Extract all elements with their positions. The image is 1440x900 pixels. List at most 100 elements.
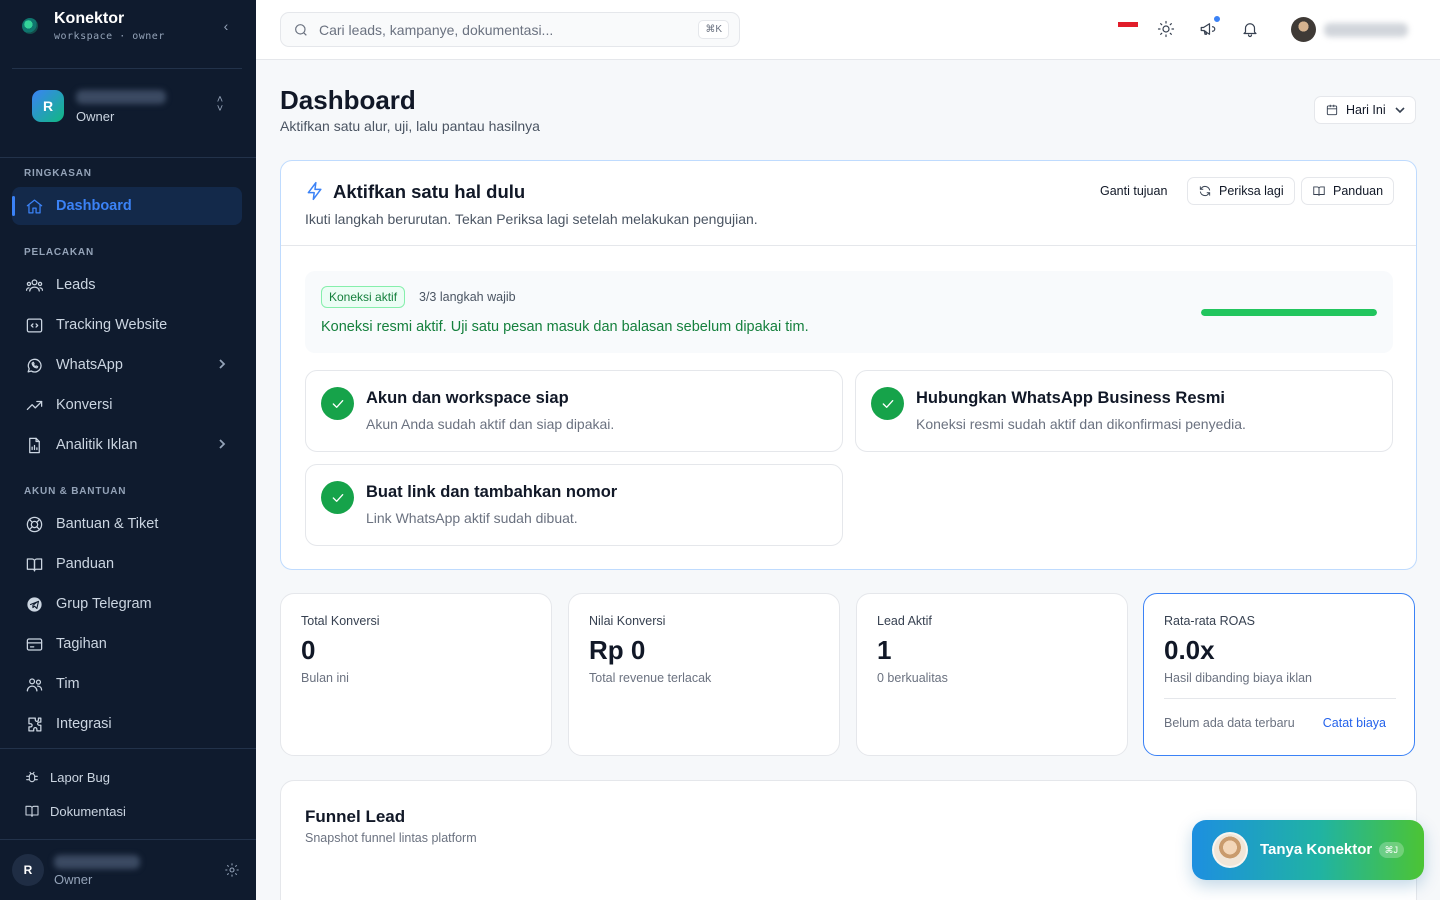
sidebar-item-label: Analitik Iklan xyxy=(56,437,138,453)
user-profile[interactable]: R Owner xyxy=(12,850,244,890)
section-label-akun-bantuan: AKUN & BANTUAN xyxy=(24,486,127,497)
credit-card-icon xyxy=(24,634,44,654)
avatar: R xyxy=(12,854,44,886)
trending-up-icon xyxy=(24,395,44,415)
change-goal-button[interactable]: Ganti tujuan xyxy=(1100,177,1167,205)
sidebar-item-panduan[interactable]: Panduan xyxy=(12,545,242,583)
divider xyxy=(0,157,256,158)
chevron-up-down-icon: ˄ ˅ xyxy=(216,94,224,115)
language-flag-id-icon[interactable] xyxy=(1118,22,1138,32)
lightning-icon xyxy=(305,181,325,201)
funnel-title: Funnel Lead xyxy=(305,807,406,826)
kpi-label: Rata-rata ROAS xyxy=(1164,614,1256,628)
kpi-card-nilai-konversi: Nilai Konversi Rp 0 Total revenue terlac… xyxy=(568,593,840,756)
main-content: Dashboard Aktifkan satu alur, uji, lalu … xyxy=(256,60,1440,900)
sidebar-item-label: Integrasi xyxy=(56,716,112,732)
divider xyxy=(1164,698,1396,699)
ask-assistant-button[interactable]: Tanya Konektor ⌘J xyxy=(1192,820,1424,880)
avatar[interactable] xyxy=(1291,17,1316,42)
step-description: Link WhatsApp aktif sudah dibuat. xyxy=(366,510,578,526)
telegram-icon xyxy=(24,594,44,614)
connection-status: Koneksi aktif 3/3 langkah wajib Koneksi … xyxy=(305,271,1393,353)
sidebar-item-tim[interactable]: Tim xyxy=(12,665,242,703)
progress-fill xyxy=(1201,309,1377,316)
page-subtitle: Aktifkan satu alur, uji, lalu pantau has… xyxy=(280,118,540,134)
user-name-redacted xyxy=(54,855,140,869)
sidebar-item-konversi[interactable]: Konversi xyxy=(12,386,242,424)
workspace-role: Owner xyxy=(76,109,115,124)
sidebar-item-label: Tracking Website xyxy=(56,317,168,333)
setup-header: Aktifkan satu hal dulu Ikuti langkah ber… xyxy=(281,161,1416,246)
section-label-ringkasan: RINGKASAN xyxy=(24,168,92,179)
kpi-label: Lead Aktif xyxy=(877,614,932,628)
chevron-down-icon xyxy=(1395,107,1405,114)
kpi-description: Bulan ini xyxy=(301,671,349,685)
sidebar-item-integrasi[interactable]: Integrasi xyxy=(12,705,242,743)
kpi-value: 1 xyxy=(877,635,892,665)
setup-title: Aktifkan satu hal dulu xyxy=(333,181,526,202)
sidebar-item-grup-telegram[interactable]: Grup Telegram xyxy=(12,585,242,623)
sidebar-item-bantuan-tiket[interactable]: Bantuan & Tiket xyxy=(12,505,242,543)
sidebar-item-label: Leads xyxy=(56,277,96,293)
step-title: Hubungkan WhatsApp Business Resmi xyxy=(916,389,1225,407)
check-icon xyxy=(321,387,354,420)
sidebar-item-dokumentasi[interactable]: Dokumentasi xyxy=(12,796,242,826)
team-icon xyxy=(24,674,44,694)
sidebar-item-label: Dashboard xyxy=(56,198,132,214)
assistant-shortcut: ⌘J xyxy=(1378,842,1404,858)
gear-icon[interactable] xyxy=(224,862,240,878)
sidebar-item-label: Panduan xyxy=(56,556,115,572)
sidebar-item-label: Lapor Bug xyxy=(50,769,110,785)
kpi-description: Total revenue terlacak xyxy=(589,671,712,685)
section-label-pelacakan: PELACAKAN xyxy=(24,247,94,258)
chevron-right-icon xyxy=(216,438,228,450)
sun-icon[interactable] xyxy=(1157,20,1175,38)
guide-label: Panduan xyxy=(1333,184,1384,198)
bell-icon[interactable] xyxy=(1241,20,1259,38)
sidebar-item-whatsapp[interactable]: WhatsApp xyxy=(12,346,242,384)
kpi-value: 0 xyxy=(301,635,316,665)
workspace-switcher[interactable]: R Owner ˄ ˅ xyxy=(18,82,238,132)
progress-bar xyxy=(1201,309,1377,316)
search-input[interactable] xyxy=(319,19,689,41)
sidebar-item-tracking-website[interactable]: Tracking Website xyxy=(12,306,242,344)
file-chart-icon xyxy=(24,435,44,455)
sidebar-item-label: Dokumentasi xyxy=(50,803,126,819)
log-cost-link[interactable]: Catat biaya xyxy=(1323,716,1386,730)
recheck-button[interactable]: Periksa lagi xyxy=(1187,177,1295,205)
sidebar-item-label: Grup Telegram xyxy=(56,596,152,612)
whatsapp-icon xyxy=(24,355,44,375)
date-filter-label: Hari Ini xyxy=(1346,103,1386,117)
brand-subtitle: workspace · owner xyxy=(54,31,165,42)
sidebar-item-label: Bantuan & Tiket xyxy=(56,516,159,532)
divider xyxy=(0,748,256,749)
workspace-name-redacted xyxy=(76,90,166,104)
sidebar-item-lapor-bug[interactable]: Lapor Bug xyxy=(12,762,242,792)
sidebar-item-leads[interactable]: Leads xyxy=(12,266,242,304)
status-message: Koneksi resmi aktif. Uji satu pesan masu… xyxy=(321,319,809,335)
sidebar: Konektor workspace · owner ‹ R Owner ˄ ˅ … xyxy=(0,0,256,900)
divider xyxy=(12,68,242,69)
date-filter-button[interactable]: Hari Ini xyxy=(1314,96,1416,124)
kpi-footnote: Belum ada data terbaru xyxy=(1164,716,1295,730)
calendar-icon xyxy=(1326,104,1338,116)
check-icon xyxy=(321,481,354,514)
sidebar-item-tagihan[interactable]: Tagihan xyxy=(12,625,242,663)
sidebar-item-dashboard[interactable]: Dashboard xyxy=(12,187,242,225)
notification-dot xyxy=(1213,15,1221,23)
code-window-icon xyxy=(24,315,44,335)
brand: Konektor workspace · owner ‹ xyxy=(20,10,236,50)
collapse-sidebar-button[interactable]: ‹ xyxy=(218,18,234,34)
ask-assistant-label: Tanya Konektor xyxy=(1260,841,1373,858)
search-box[interactable]: ⌘K xyxy=(280,12,740,47)
guide-button[interactable]: Panduan xyxy=(1301,177,1395,205)
puzzle-icon xyxy=(24,714,44,734)
home-icon xyxy=(24,196,44,216)
setup-step: Hubungkan WhatsApp Business Resmi Koneks… xyxy=(855,370,1393,452)
workspace-avatar: R xyxy=(32,90,64,122)
step-title: Buat link dan tambahkan nomor xyxy=(366,483,618,501)
sidebar-item-label: WhatsApp xyxy=(56,357,123,373)
megaphone-icon[interactable] xyxy=(1199,15,1221,38)
assistant-avatar xyxy=(1212,832,1248,868)
sidebar-item-analitik-iklan[interactable]: Analitik Iklan xyxy=(12,426,242,464)
